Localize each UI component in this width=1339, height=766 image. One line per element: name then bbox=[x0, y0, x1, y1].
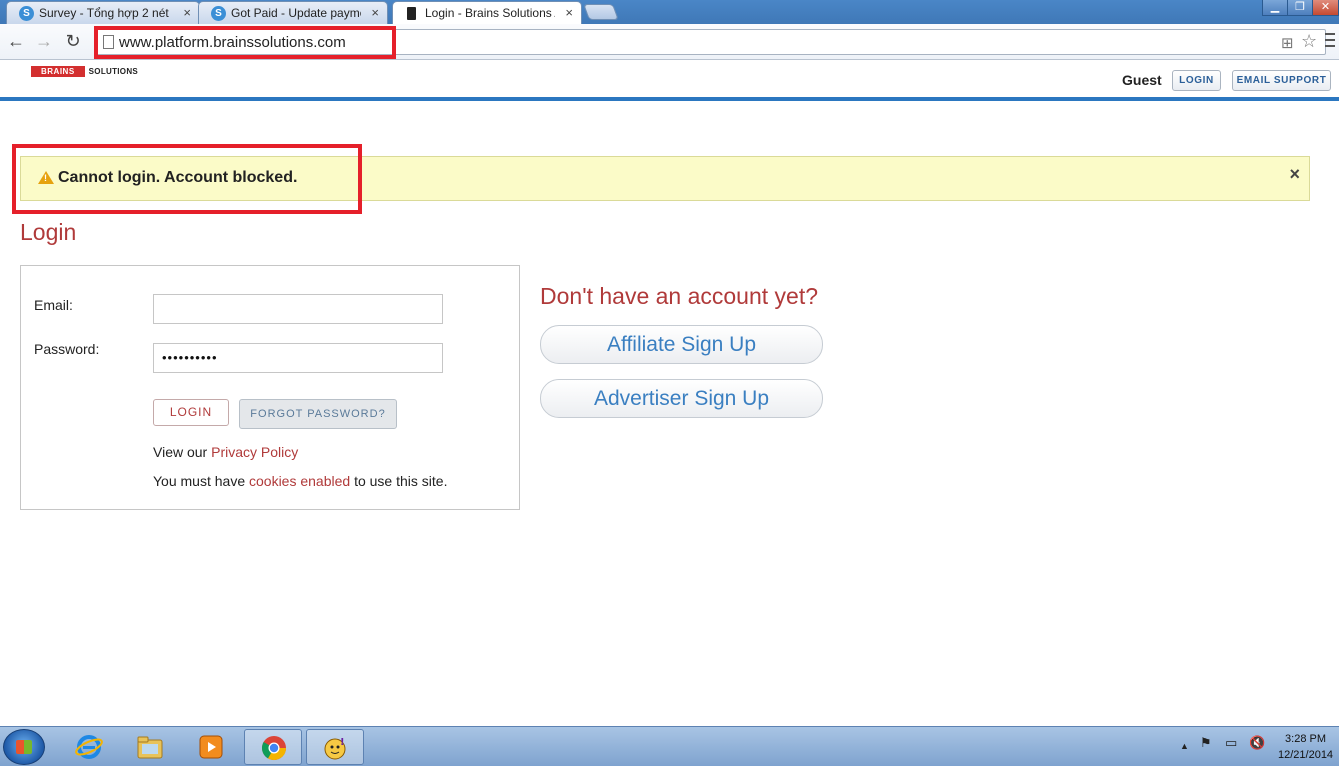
yahoo-messenger-icon[interactable]: ! bbox=[306, 729, 364, 765]
minimize-button[interactable]: ▁ bbox=[1262, 0, 1288, 16]
forgot-password-button[interactable]: FORGOT PASSWORD? bbox=[239, 399, 397, 429]
tab-close-icon[interactable]: × bbox=[565, 5, 573, 20]
tab-close-icon[interactable]: × bbox=[371, 5, 379, 20]
login-title: Login bbox=[20, 219, 77, 245]
new-tab-button[interactable] bbox=[583, 4, 619, 20]
password-label: Password: bbox=[34, 341, 100, 357]
privacy-policy-link[interactable]: Privacy Policy bbox=[211, 444, 298, 460]
bookmark-star-icon[interactable]: ☆ bbox=[1301, 31, 1317, 52]
url-highlight-box bbox=[94, 26, 396, 59]
volume-muted-icon[interactable]: 🔇 bbox=[1249, 735, 1265, 751]
login-form: Email: Password: •••••••••• LOGIN FORGOT… bbox=[20, 265, 520, 510]
email-support-button[interactable]: EMAIL SUPPORT bbox=[1232, 70, 1331, 91]
tab-title: Login - Brains Solutions A bbox=[425, 6, 555, 20]
alert-highlight-box bbox=[12, 144, 362, 214]
privacy-prefix: View our bbox=[153, 444, 212, 460]
header-login-button[interactable]: LOGIN bbox=[1172, 70, 1221, 91]
maximize-button[interactable]: ❐ bbox=[1287, 0, 1313, 16]
internet-explorer-icon[interactable] bbox=[60, 729, 118, 765]
windows-taskbar: ! ▲ ⚑ ▭ 🔇 3:28 PM 12/21/2014 bbox=[0, 726, 1339, 766]
tab-title: Got Paid - Update paymer bbox=[231, 6, 361, 20]
clock-time: 3:28 PM bbox=[1285, 733, 1327, 745]
site-header: BRAINS SOLUTIONS Guest LOGIN EMAIL SUPPOR… bbox=[0, 60, 1339, 101]
action-center-flag-icon[interactable]: ⚑ bbox=[1200, 735, 1212, 751]
email-label: Email: bbox=[34, 297, 73, 313]
close-window-button[interactable]: ✕ bbox=[1312, 0, 1339, 16]
privacy-line: View our Privacy Policy bbox=[153, 444, 298, 460]
forward-arrow-icon[interactable]: → bbox=[33, 30, 55, 52]
signup-title: Don't have an account yet? bbox=[540, 283, 819, 309]
file-explorer-icon[interactable] bbox=[121, 729, 179, 765]
alert-close-icon[interactable]: × bbox=[1289, 164, 1300, 185]
cookies-suffix: to use this site. bbox=[350, 473, 448, 489]
show-hidden-icons-icon[interactable]: ▲ bbox=[1180, 741, 1189, 751]
tab-got-paid[interactable]: S Got Paid - Update paymer × bbox=[198, 1, 388, 24]
login-button[interactable]: LOGIN bbox=[153, 399, 229, 426]
tab-login[interactable]: Login - Brains Solutions A × bbox=[392, 1, 582, 24]
cookies-prefix: You must have bbox=[153, 473, 249, 489]
guest-label: Guest bbox=[1122, 72, 1162, 88]
site-favicon-icon: S bbox=[211, 6, 226, 21]
brand-logo[interactable]: BRAINS SOLUTIONS bbox=[31, 66, 142, 78]
tab-title: Survey - Tổng hợp 2 nét n bbox=[39, 6, 169, 20]
email-field[interactable] bbox=[153, 294, 443, 324]
cookies-line: You must have cookies enabled to use thi… bbox=[153, 473, 447, 489]
tab-close-icon[interactable]: × bbox=[183, 5, 191, 20]
tab-strip: S Survey - Tổng hợp 2 nét n × S Got Paid… bbox=[0, 0, 1339, 24]
system-clock[interactable]: 3:28 PM 12/21/2014 bbox=[1278, 731, 1333, 763]
svg-text:!: ! bbox=[340, 737, 345, 748]
chrome-menu-icon[interactable] bbox=[1325, 33, 1335, 47]
affiliate-signup-button[interactable]: Affiliate Sign Up bbox=[540, 325, 823, 364]
media-player-icon[interactable] bbox=[182, 729, 240, 765]
logo-brains: BRAINS bbox=[31, 66, 85, 77]
translate-icon[interactable]: ⊞ bbox=[1281, 34, 1294, 52]
logo-solutions: SOLUTIONS bbox=[88, 67, 139, 76]
chrome-icon[interactable] bbox=[244, 729, 302, 765]
page-favicon-icon bbox=[407, 7, 416, 20]
reload-icon[interactable]: ↻ bbox=[62, 30, 84, 52]
cookies-enabled-link[interactable]: cookies enabled bbox=[249, 473, 350, 489]
start-orb-icon[interactable] bbox=[3, 729, 45, 765]
network-icon[interactable]: ▭ bbox=[1225, 735, 1237, 751]
site-favicon-icon: S bbox=[19, 6, 34, 21]
advertiser-signup-button[interactable]: Advertiser Sign Up bbox=[540, 379, 823, 418]
back-arrow-icon[interactable]: ← bbox=[5, 30, 27, 52]
tab-survey[interactable]: S Survey - Tổng hợp 2 nét n × bbox=[6, 1, 200, 24]
password-field[interactable]: •••••••••• bbox=[153, 343, 443, 373]
clock-date: 12/21/2014 bbox=[1278, 749, 1334, 761]
